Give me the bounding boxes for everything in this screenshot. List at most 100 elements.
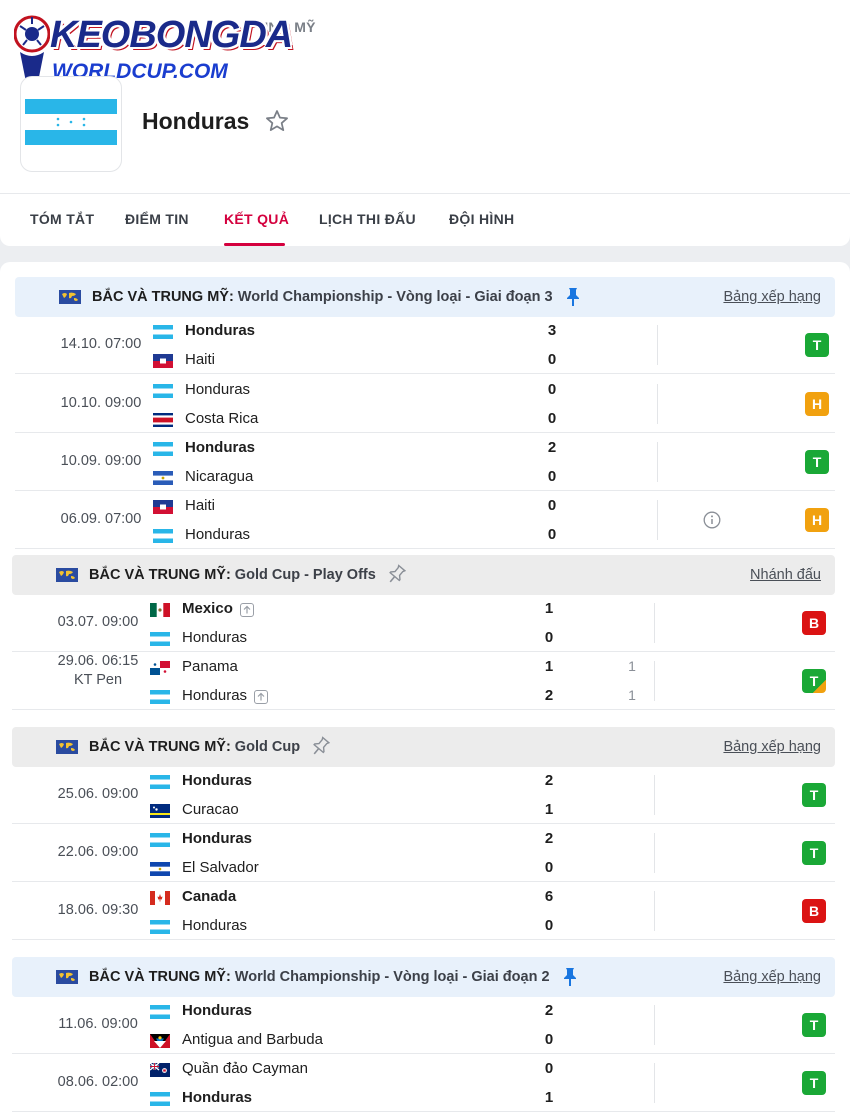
haiti-flag-icon	[153, 354, 173, 368]
match-date: 11.06. 09:00	[58, 1016, 138, 1032]
honduras-flag-icon	[150, 1092, 170, 1106]
home-score: 0	[547, 497, 557, 514]
antigua-flag-icon	[150, 1034, 170, 1048]
el-salvador-flag-icon	[150, 862, 170, 876]
match-date: 25.06. 09:00	[57, 786, 139, 802]
pin-icon[interactable]	[310, 736, 331, 758]
away-team-name: Honduras	[185, 526, 251, 543]
favorite-star-icon[interactable]	[264, 108, 290, 134]
honduras-flag-icon	[25, 99, 117, 145]
world-map-icon	[56, 568, 78, 582]
result-badge: H	[805, 508, 829, 532]
curacao-flag-icon	[150, 804, 170, 818]
honduras-flag-icon	[153, 384, 173, 398]
match-time: 06.09. 07:00	[46, 510, 156, 529]
away-team-name: Honduras	[182, 629, 248, 646]
pin-icon[interactable]	[386, 564, 406, 586]
result-badge: H	[805, 392, 829, 416]
home-team-name: Panama	[182, 658, 238, 675]
honduras-flag-icon	[150, 632, 170, 646]
tab-results[interactable]: KẾT QUẢ	[224, 211, 289, 227]
league-name[interactable]: BẮC VÀ TRUNG MỸ: World Championship - Vò…	[89, 969, 550, 985]
away-team-name: Honduras	[182, 1089, 253, 1106]
canada-flag-icon	[150, 891, 170, 905]
results-list: BẮC VÀ TRUNG MỸ: World Championship - Vò…	[0, 262, 850, 1120]
costa-rica-flag-icon	[153, 413, 173, 427]
tab-news[interactable]: ĐIỂM TIN	[125, 211, 189, 227]
home-score: 2	[544, 830, 554, 847]
league-competition: World Championship - Vòng loại - Giai đo…	[230, 969, 550, 985]
away-penalty-score: 1	[628, 687, 636, 703]
home-score: 1	[544, 658, 554, 675]
league-header[interactable]: BẮC VÀ TRUNG MỸ: World Championship - Vò…	[12, 957, 835, 997]
league-region: BẮC VÀ TRUNG MỸ:	[89, 969, 231, 985]
home-team-name: Honduras	[185, 439, 256, 456]
tab-summary[interactable]: TÓM TẮT	[30, 211, 94, 227]
match-time: 22.06. 09:00	[43, 843, 153, 862]
match-date: 08.06. 02:00	[57, 1074, 139, 1090]
match-date: 14.10. 07:00	[60, 336, 142, 352]
league-name[interactable]: BẮC VÀ TRUNG MỸ: Gold Cup	[89, 739, 300, 755]
tab-squad[interactable]: ĐỘI HÌNH	[449, 211, 514, 227]
match-date: 10.09. 09:00	[60, 453, 142, 469]
home-team-name: Honduras	[185, 381, 251, 398]
team-header: UNG MỸ KEOBONGDA WORLDCUP.COM Honduras T…	[0, 0, 850, 246]
away-score: 2	[544, 687, 554, 704]
away-team-name: El Salvador	[182, 859, 259, 876]
league-header[interactable]: BẮC VÀ TRUNG MỸ: Gold Cup Bảng xếp hạng	[12, 727, 835, 767]
home-score: 2	[544, 772, 554, 789]
mexico-flag-icon	[150, 603, 170, 617]
column-divider	[654, 603, 655, 643]
column-divider	[654, 661, 655, 701]
home-score: 2	[544, 1002, 554, 1019]
league-competition: Gold Cup - Play Offs	[230, 567, 376, 583]
league-header[interactable]: BẮC VÀ TRUNG MỸ: World Championship - Vò…	[15, 277, 835, 317]
result-badge: B	[802, 611, 826, 635]
home-penalty-score: 1	[628, 658, 636, 674]
standings-link[interactable]: Bảng xếp hạng	[723, 739, 821, 755]
away-score: 0	[547, 526, 557, 543]
honduras-flag-icon	[150, 775, 170, 789]
away-team-name: Honduras	[182, 917, 248, 934]
world-map-icon	[56, 970, 78, 984]
column-divider	[654, 1005, 655, 1045]
away-score: 0	[544, 1031, 554, 1048]
match-time: 10.09. 09:00	[46, 452, 156, 471]
league-name[interactable]: BẮC VÀ TRUNG MỸ: Gold Cup - Play Offs	[89, 567, 376, 583]
away-score: 0	[544, 859, 554, 876]
away-score: 1	[544, 801, 554, 818]
league-header[interactable]: BẮC VÀ TRUNG MỸ: Gold Cup - Play Offs Nhá…	[12, 555, 835, 595]
column-divider	[654, 891, 655, 931]
home-team-name: Mexico	[182, 600, 233, 617]
advanced-arrow-icon	[239, 603, 254, 617]
world-map-icon	[59, 290, 81, 304]
league-region: BẮC VÀ TRUNG MỸ:	[89, 567, 231, 583]
result-badge: T	[802, 669, 826, 693]
result-badge: T	[802, 841, 826, 865]
match-date: 18.06. 09:30	[57, 902, 139, 918]
info-icon[interactable]	[703, 511, 721, 529]
logo-wordmark: KEOBONGDA	[50, 14, 293, 56]
tab-fixtures[interactable]: LỊCH THI ĐẤU	[319, 211, 416, 227]
away-score: 1	[544, 1089, 554, 1106]
bracket-link[interactable]: Nhánh đấu	[750, 567, 821, 583]
honduras-flag-icon	[153, 529, 173, 543]
match-time: 14.10. 07:00	[46, 335, 156, 354]
match-time: 18.06. 09:30	[43, 901, 153, 920]
standings-link[interactable]: Bảng xếp hạng	[723, 969, 821, 985]
pinned-icon[interactable]	[560, 966, 580, 988]
pinned-icon[interactable]	[563, 286, 583, 308]
home-team-name: Quần đảo Cayman	[182, 1060, 308, 1077]
honduras-flag-icon	[153, 325, 173, 339]
standings-link[interactable]: Bảng xếp hạng	[723, 289, 821, 305]
match-date: 22.06. 09:00	[57, 844, 139, 860]
tabs-divider	[0, 193, 850, 194]
match-date: 10.10. 09:00	[60, 395, 142, 411]
league-name[interactable]: BẮC VÀ TRUNG MỸ: World Championship - Vò…	[92, 289, 553, 305]
away-score: 0	[547, 468, 557, 485]
home-score: 6	[544, 888, 554, 905]
haiti-flag-icon	[153, 500, 173, 514]
home-team-name: Haiti	[185, 497, 216, 514]
result-badge: T	[802, 783, 826, 807]
result-badge: T	[805, 450, 829, 474]
